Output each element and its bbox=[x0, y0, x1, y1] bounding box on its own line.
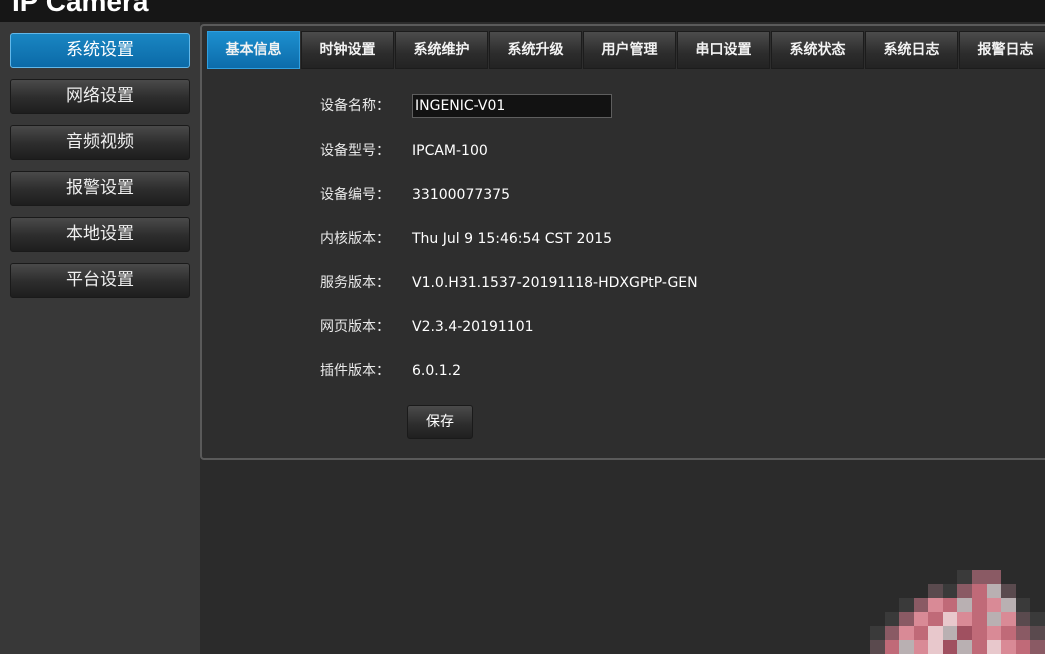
kernel-version-value: Thu Jul 9 15:46:54 CST 2015 bbox=[412, 231, 613, 247]
sidebar: 系统设置 网络设置 音频视频 报警设置 本地设置 平台设置 bbox=[0, 22, 200, 654]
sidebar-item-alarm-settings[interactable]: 报警设置 bbox=[10, 171, 190, 206]
title-bar: IP Camera bbox=[0, 0, 1045, 22]
plugin-version-value: 6.0.1.2 bbox=[412, 363, 461, 379]
tab-system-status[interactable]: 系统状态 bbox=[771, 31, 864, 69]
sidebar-item-network-settings[interactable]: 网络设置 bbox=[10, 79, 190, 114]
app-title: IP Camera bbox=[12, 0, 149, 17]
pixelated-watermark bbox=[870, 570, 1045, 654]
kernel-version-label: 内核版本： bbox=[320, 231, 390, 247]
service-version-row: 服务版本： V1.0.H31.1537-20191118-HDXGPtP-GEN bbox=[320, 271, 698, 295]
tab-alarm-log[interactable]: 报警日志 bbox=[959, 31, 1045, 69]
device-model-value: IPCAM-100 bbox=[412, 143, 488, 159]
settings-panel: 基本信息 时钟设置 系统维护 系统升级 用户管理 串口设置 系统状态 系统日志 … bbox=[200, 24, 1045, 460]
tab-user-management[interactable]: 用户管理 bbox=[583, 31, 676, 69]
web-version-row: 网页版本： V2.3.4-20191101 bbox=[320, 315, 534, 339]
device-name-input[interactable] bbox=[412, 94, 612, 118]
save-button[interactable]: 保存 bbox=[407, 405, 473, 439]
web-version-value: V2.3.4-20191101 bbox=[412, 319, 534, 335]
plugin-version-row: 插件版本： 6.0.1.2 bbox=[320, 359, 461, 383]
device-name-label: 设备名称： bbox=[320, 98, 390, 114]
service-version-label: 服务版本： bbox=[320, 275, 390, 291]
tab-system-log[interactable]: 系统日志 bbox=[865, 31, 958, 69]
tab-clock-settings[interactable]: 时钟设置 bbox=[301, 31, 394, 69]
device-serial-row: 设备编号： 33100077375 bbox=[320, 183, 510, 207]
device-model-row: 设备型号： IPCAM-100 bbox=[320, 139, 488, 163]
tab-serial-settings[interactable]: 串口设置 bbox=[677, 31, 770, 69]
tab-system-maintenance[interactable]: 系统维护 bbox=[395, 31, 488, 69]
sidebar-item-audio-video[interactable]: 音频视频 bbox=[10, 125, 190, 160]
sidebar-item-local-settings[interactable]: 本地设置 bbox=[10, 217, 190, 252]
sidebar-item-system-settings[interactable]: 系统设置 bbox=[10, 33, 190, 68]
sidebar-item-platform-settings[interactable]: 平台设置 bbox=[10, 263, 190, 298]
kernel-version-row: 内核版本： Thu Jul 9 15:46:54 CST 2015 bbox=[320, 227, 612, 251]
service-version-value: V1.0.H31.1537-20191118-HDXGPtP-GEN bbox=[412, 275, 698, 291]
web-version-label: 网页版本： bbox=[320, 319, 390, 335]
tab-basic-info[interactable]: 基本信息 bbox=[207, 31, 300, 69]
device-name-row: 设备名称： bbox=[320, 94, 612, 118]
plugin-version-label: 插件版本： bbox=[320, 363, 390, 379]
device-serial-value: 33100077375 bbox=[412, 187, 510, 203]
tab-system-upgrade[interactable]: 系统升级 bbox=[489, 31, 582, 69]
device-serial-label: 设备编号： bbox=[320, 187, 390, 203]
tab-bar: 基本信息 时钟设置 系统维护 系统升级 用户管理 串口设置 系统状态 系统日志 … bbox=[207, 31, 1045, 69]
device-model-label: 设备型号： bbox=[320, 143, 390, 159]
